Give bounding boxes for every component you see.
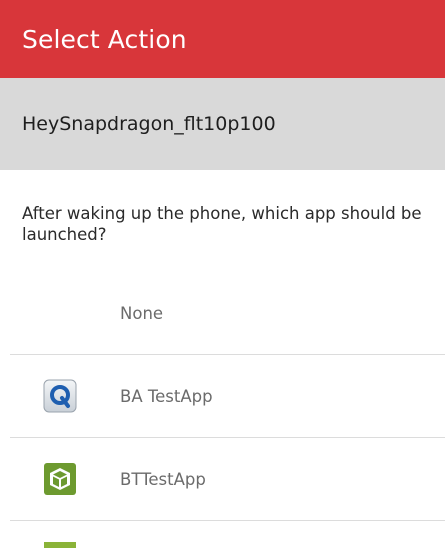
cube-app-icon	[43, 462, 77, 496]
dialog-title-bar: Select Action	[0, 0, 445, 78]
launch-prompt: After waking up the phone, which app sho…	[22, 204, 422, 244]
hotword-name: HeySnapdragon_flt10p100	[22, 113, 276, 135]
q-logo-icon	[43, 379, 77, 413]
green-app-icon	[43, 542, 77, 548]
dialog-title: Select Action	[22, 24, 187, 54]
option-bttestapp[interactable]: BTTestApp	[0, 438, 445, 520]
option-label: None	[120, 303, 164, 323]
option-ba-testapp[interactable]: BA TestApp	[0, 355, 445, 437]
hotword-header: HeySnapdragon_flt10p100	[0, 78, 445, 170]
option-none[interactable]: None	[0, 272, 445, 354]
option-label: BA TestApp	[120, 386, 213, 406]
option-label: BTTestApp	[120, 469, 206, 489]
option-partial[interactable]	[0, 521, 445, 548]
